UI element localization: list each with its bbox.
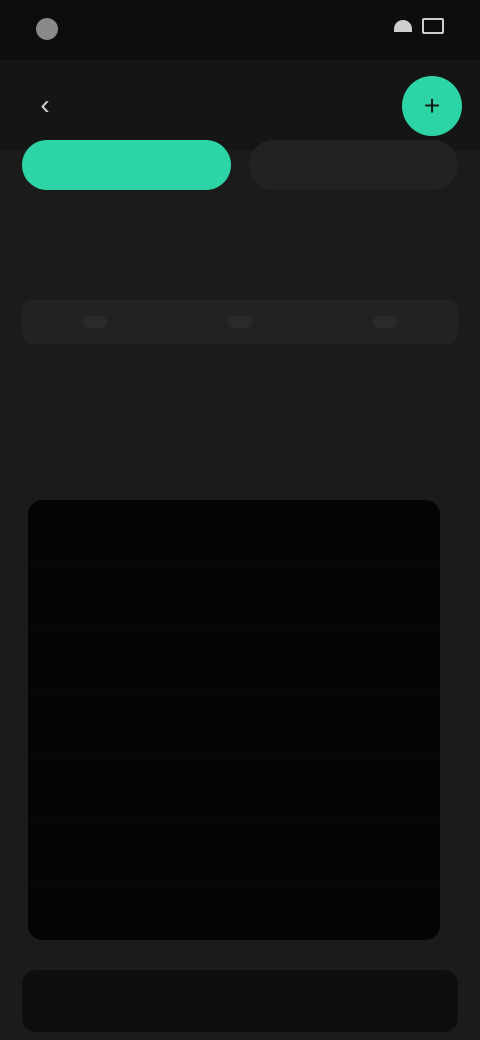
info-pill-3 [373,316,398,328]
status-right [394,18,444,34]
wifi-icon [394,20,412,32]
list-item[interactable] [28,627,440,691]
plus-icon: + [423,90,441,121]
list-item[interactable] [28,691,440,755]
list-item[interactable] [28,883,440,940]
status-left [36,18,68,40]
info-strip [22,300,458,344]
back-button[interactable]: ‹ [28,88,62,122]
list-item[interactable] [28,755,440,819]
list-item[interactable] [28,819,440,883]
status-bar [0,0,480,60]
battery-icon [422,18,444,34]
tab-switcher [22,140,458,190]
info-pill-1 [82,316,107,328]
list-item[interactable] [28,500,440,563]
info-pill-2 [227,316,252,328]
bottom-bar [22,970,458,1032]
status-dot-icon [36,18,58,40]
tab-secondary[interactable] [249,140,458,190]
app-header: ‹ + [0,60,480,150]
add-button[interactable]: + [402,76,462,136]
tab-primary[interactable] [22,140,231,190]
list-item[interactable] [28,563,440,627]
chevron-left-icon: ‹ [40,89,50,120]
options-list [28,500,440,940]
